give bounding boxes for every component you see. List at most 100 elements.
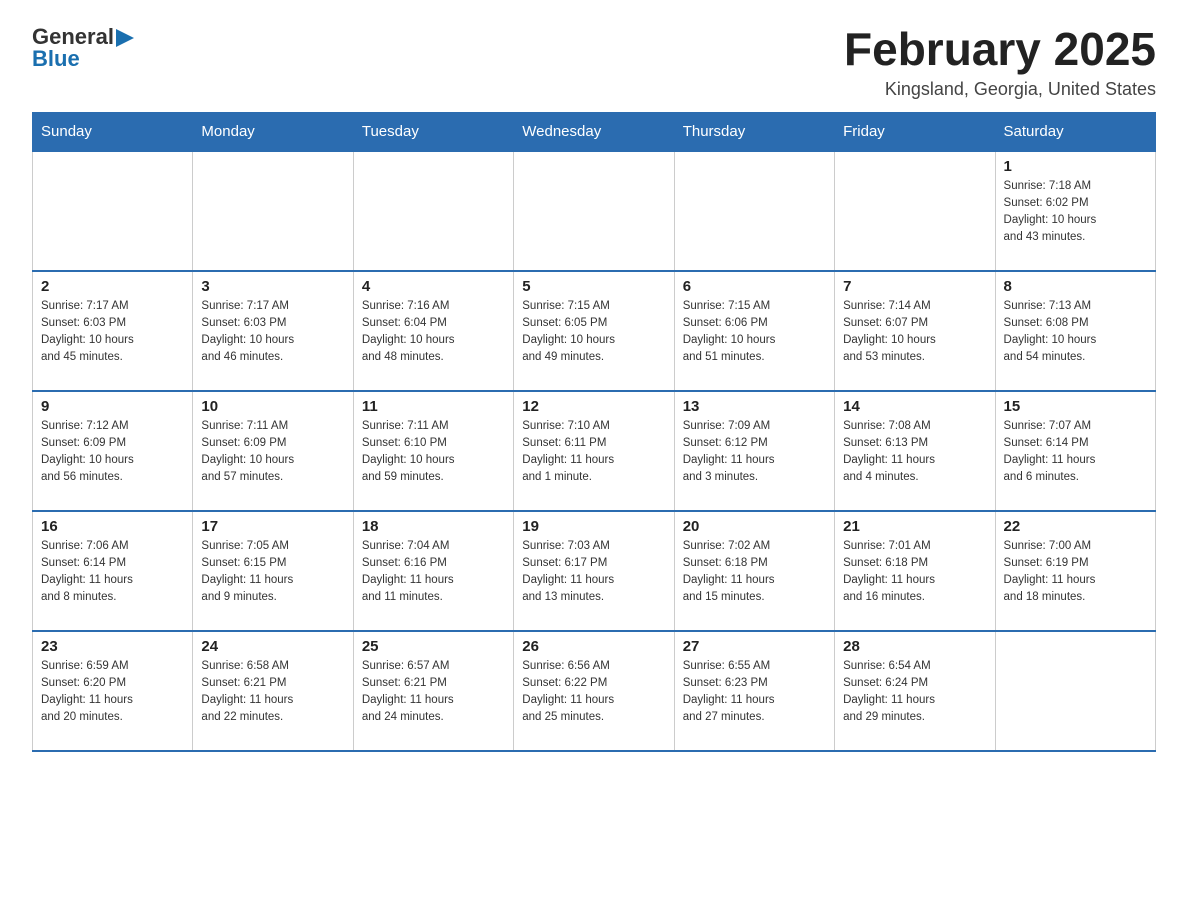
logo-blue-text: Blue — [32, 46, 80, 72]
logo: General Blue — [32, 24, 134, 72]
calendar-day-cell: 25 Sunrise: 6:57 AM Sunset: 6:21 PM Dayli… — [353, 631, 513, 751]
day-info: Sunrise: 7:15 AM Sunset: 6:06 PM Dayligh… — [683, 298, 826, 367]
day-info: Sunrise: 7:09 AM Sunset: 6:12 PM Dayligh… — [683, 418, 826, 487]
day-number: 15 — [1004, 398, 1147, 415]
calendar-day-cell — [193, 151, 353, 271]
day-number: 12 — [522, 398, 665, 415]
day-info: Sunrise: 7:17 AM Sunset: 6:03 PM Dayligh… — [201, 298, 344, 367]
calendar-day-cell: 20 Sunrise: 7:02 AM Sunset: 6:18 PM Dayli… — [674, 511, 834, 631]
day-number: 10 — [201, 398, 344, 415]
day-info: Sunrise: 7:18 AM Sunset: 6:02 PM Dayligh… — [1004, 178, 1147, 247]
day-info: Sunrise: 7:16 AM Sunset: 6:04 PM Dayligh… — [362, 298, 505, 367]
day-info: Sunrise: 7:17 AM Sunset: 6:03 PM Dayligh… — [41, 298, 184, 367]
day-number: 2 — [41, 278, 184, 295]
calendar-day-cell: 16 Sunrise: 7:06 AM Sunset: 6:14 PM Dayli… — [33, 511, 193, 631]
day-number: 16 — [41, 518, 184, 535]
calendar-week-row: 23 Sunrise: 6:59 AM Sunset: 6:20 PM Dayli… — [33, 631, 1156, 751]
day-info: Sunrise: 6:57 AM Sunset: 6:21 PM Dayligh… — [362, 658, 505, 727]
day-info: Sunrise: 7:15 AM Sunset: 6:05 PM Dayligh… — [522, 298, 665, 367]
calendar-day-cell — [33, 151, 193, 271]
page-header: General Blue February 2025 Kingsland, Ge… — [32, 24, 1156, 100]
calendar-day-cell: 2 Sunrise: 7:17 AM Sunset: 6:03 PM Daylig… — [33, 271, 193, 391]
day-number: 17 — [201, 518, 344, 535]
day-info: Sunrise: 6:59 AM Sunset: 6:20 PM Dayligh… — [41, 658, 184, 727]
calendar-day-cell: 23 Sunrise: 6:59 AM Sunset: 6:20 PM Dayli… — [33, 631, 193, 751]
calendar-day-cell: 17 Sunrise: 7:05 AM Sunset: 6:15 PM Dayli… — [193, 511, 353, 631]
calendar-day-cell: 14 Sunrise: 7:08 AM Sunset: 6:13 PM Dayli… — [835, 391, 995, 511]
calendar-day-cell: 9 Sunrise: 7:12 AM Sunset: 6:09 PM Daylig… — [33, 391, 193, 511]
day-info: Sunrise: 7:08 AM Sunset: 6:13 PM Dayligh… — [843, 418, 986, 487]
title-section: February 2025 Kingsland, Georgia, United… — [844, 24, 1156, 100]
calendar-day-cell: 6 Sunrise: 7:15 AM Sunset: 6:06 PM Daylig… — [674, 271, 834, 391]
day-info: Sunrise: 6:54 AM Sunset: 6:24 PM Dayligh… — [843, 658, 986, 727]
calendar-day-cell: 12Sunrise: 7:10 AM Sunset: 6:11 PM Dayli… — [514, 391, 674, 511]
day-number: 4 — [362, 278, 505, 295]
calendar-day-cell: 15 Sunrise: 7:07 AM Sunset: 6:14 PM Dayli… — [995, 391, 1155, 511]
calendar-day-cell: 19Sunrise: 7:03 AM Sunset: 6:17 PM Dayli… — [514, 511, 674, 631]
calendar-day-cell: 5 Sunrise: 7:15 AM Sunset: 6:05 PM Daylig… — [514, 271, 674, 391]
calendar-day-cell — [835, 151, 995, 271]
day-number: 6 — [683, 278, 826, 295]
day-number: 3 — [201, 278, 344, 295]
day-of-week-header: Friday — [835, 112, 995, 151]
calendar-day-cell: 1 Sunrise: 7:18 AM Sunset: 6:02 PM Daylig… — [995, 151, 1155, 271]
day-info: Sunrise: 6:56 AM Sunset: 6:22 PM Dayligh… — [522, 658, 665, 727]
calendar-day-cell: 3 Sunrise: 7:17 AM Sunset: 6:03 PM Daylig… — [193, 271, 353, 391]
calendar-table: SundayMondayTuesdayWednesdayThursdayFrid… — [32, 112, 1156, 752]
day-number: 21 — [843, 518, 986, 535]
calendar-day-cell: 11 Sunrise: 7:11 AM Sunset: 6:10 PM Dayli… — [353, 391, 513, 511]
day-number: 14 — [843, 398, 986, 415]
day-number: 11 — [362, 398, 505, 415]
day-info: Sunrise: 7:11 AM Sunset: 6:10 PM Dayligh… — [362, 418, 505, 487]
month-title: February 2025 — [844, 24, 1156, 75]
day-info: Sunrise: 7:05 AM Sunset: 6:15 PM Dayligh… — [201, 538, 344, 607]
day-number: 25 — [362, 638, 505, 655]
calendar-day-cell: 28Sunrise: 6:54 AM Sunset: 6:24 PM Dayli… — [835, 631, 995, 751]
day-number: 9 — [41, 398, 184, 415]
day-number: 13 — [683, 398, 826, 415]
day-info: Sunrise: 7:12 AM Sunset: 6:09 PM Dayligh… — [41, 418, 184, 487]
day-number: 5 — [522, 278, 665, 295]
calendar-day-cell: 4 Sunrise: 7:16 AM Sunset: 6:04 PM Daylig… — [353, 271, 513, 391]
day-info: Sunrise: 7:14 AM Sunset: 6:07 PM Dayligh… — [843, 298, 986, 367]
calendar-header-row: SundayMondayTuesdayWednesdayThursdayFrid… — [33, 112, 1156, 151]
day-info: Sunrise: 6:55 AM Sunset: 6:23 PM Dayligh… — [683, 658, 826, 727]
calendar-day-cell: 22Sunrise: 7:00 AM Sunset: 6:19 PM Dayli… — [995, 511, 1155, 631]
day-info: Sunrise: 7:07 AM Sunset: 6:14 PM Dayligh… — [1004, 418, 1147, 487]
day-of-week-header: Thursday — [674, 112, 834, 151]
calendar-day-cell — [995, 631, 1155, 751]
day-number: 7 — [843, 278, 986, 295]
day-number: 26 — [522, 638, 665, 655]
day-number: 20 — [683, 518, 826, 535]
calendar-day-cell — [353, 151, 513, 271]
day-number: 1 — [1004, 158, 1147, 175]
calendar-day-cell: 8Sunrise: 7:13 AM Sunset: 6:08 PM Daylig… — [995, 271, 1155, 391]
day-info: Sunrise: 6:58 AM Sunset: 6:21 PM Dayligh… — [201, 658, 344, 727]
logo-arrow-icon — [116, 29, 134, 47]
day-of-week-header: Saturday — [995, 112, 1155, 151]
calendar-day-cell: 13 Sunrise: 7:09 AM Sunset: 6:12 PM Dayli… — [674, 391, 834, 511]
day-of-week-header: Monday — [193, 112, 353, 151]
calendar-day-cell: 7 Sunrise: 7:14 AM Sunset: 6:07 PM Daylig… — [835, 271, 995, 391]
day-info: Sunrise: 7:02 AM Sunset: 6:18 PM Dayligh… — [683, 538, 826, 607]
day-info: Sunrise: 7:00 AM Sunset: 6:19 PM Dayligh… — [1004, 538, 1147, 607]
day-info: Sunrise: 7:11 AM Sunset: 6:09 PM Dayligh… — [201, 418, 344, 487]
day-info: Sunrise: 7:01 AM Sunset: 6:18 PM Dayligh… — [843, 538, 986, 607]
calendar-day-cell: 26 Sunrise: 6:56 AM Sunset: 6:22 PM Dayli… — [514, 631, 674, 751]
calendar-week-row: 16 Sunrise: 7:06 AM Sunset: 6:14 PM Dayli… — [33, 511, 1156, 631]
day-number: 27 — [683, 638, 826, 655]
day-number: 23 — [41, 638, 184, 655]
calendar-day-cell — [514, 151, 674, 271]
day-info: Sunrise: 7:03 AM Sunset: 6:17 PM Dayligh… — [522, 538, 665, 607]
day-number: 24 — [201, 638, 344, 655]
day-number: 18 — [362, 518, 505, 535]
day-info: Sunrise: 7:06 AM Sunset: 6:14 PM Dayligh… — [41, 538, 184, 607]
calendar-day-cell — [674, 151, 834, 271]
calendar-day-cell: 24 Sunrise: 6:58 AM Sunset: 6:21 PM Dayli… — [193, 631, 353, 751]
calendar-day-cell: 21 Sunrise: 7:01 AM Sunset: 6:18 PM Dayli… — [835, 511, 995, 631]
calendar-day-cell: 27 Sunrise: 6:55 AM Sunset: 6:23 PM Dayli… — [674, 631, 834, 751]
calendar-day-cell: 10 Sunrise: 7:11 AM Sunset: 6:09 PM Dayli… — [193, 391, 353, 511]
calendar-week-row: 1 Sunrise: 7:18 AM Sunset: 6:02 PM Daylig… — [33, 151, 1156, 271]
calendar-week-row: 2 Sunrise: 7:17 AM Sunset: 6:03 PM Daylig… — [33, 271, 1156, 391]
day-info: Sunrise: 7:04 AM Sunset: 6:16 PM Dayligh… — [362, 538, 505, 607]
